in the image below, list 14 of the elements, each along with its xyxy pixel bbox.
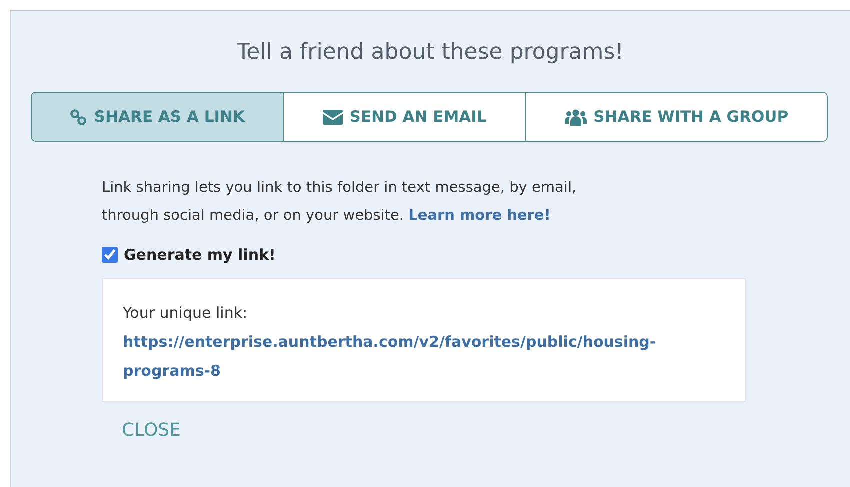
learn-more-link[interactable]: Learn more here! <box>408 208 551 224</box>
checkbox-label: Generate my link! <box>124 246 276 264</box>
description-text: Link sharing lets you link to this folder in text message, by email, through social media, or on your website. Learn more here! <box>102 179 578 226</box>
unique-link[interactable]: https://enterprise.auntbertha.com/v2/favorites/public/housing-programs-8 <box>123 328 723 386</box>
link-label: Your unique link: <box>123 303 249 324</box>
tab[interactable]: SEND AN EMAIL <box>284 93 526 141</box>
link-icon <box>70 108 88 126</box>
group-icon <box>564 108 587 126</box>
generate-link-checkbox[interactable] <box>102 247 118 263</box>
envelope-icon <box>322 110 343 124</box>
dialog-title: Tell a friend about these programs! <box>236 39 626 67</box>
tab[interactable]: SHARE WITH A GROUP <box>526 93 827 141</box>
close-button[interactable]: CLOSE <box>122 420 181 441</box>
tab[interactable]: SHARE AS A LINK <box>32 93 284 141</box>
